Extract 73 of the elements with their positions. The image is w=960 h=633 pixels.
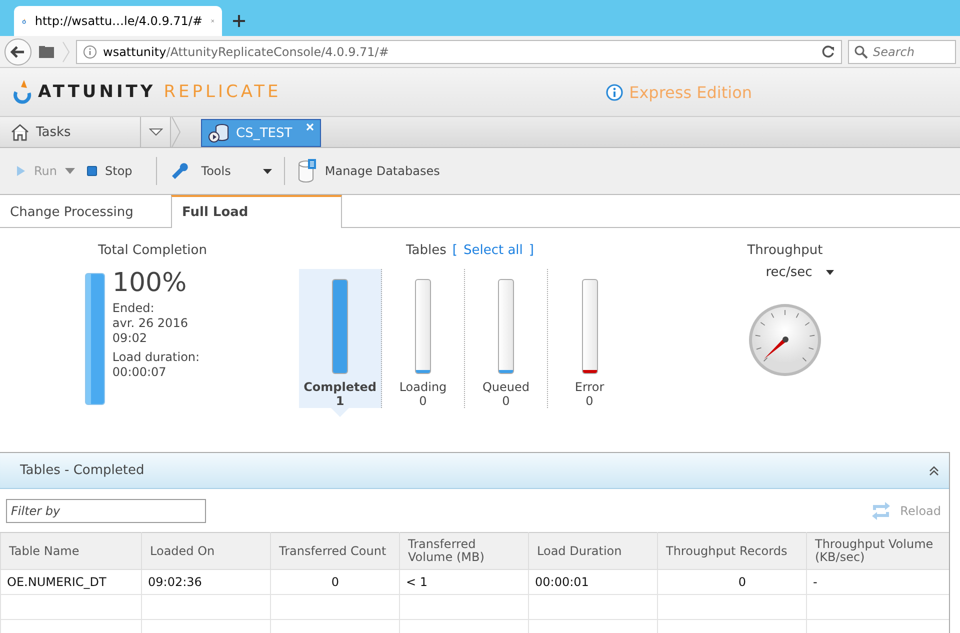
completion-percent: 100% — [112, 269, 188, 297]
stop-icon — [87, 166, 98, 176]
section-title: Throughput — [747, 243, 823, 260]
collapse-icon[interactable] — [929, 466, 939, 476]
close-icon[interactable] — [306, 123, 314, 131]
table-cell: 0 — [658, 570, 806, 594]
search-field[interactable]: Search — [848, 40, 956, 64]
status-count: 0 — [418, 394, 428, 408]
filter-field[interactable]: Filter by — [6, 498, 206, 522]
status-label: Completed — [304, 380, 376, 394]
status-count: 0 — [501, 394, 511, 408]
logo-text: ATTUNITY REPLICATE — [38, 82, 282, 102]
column-header[interactable]: Throughput Records — [658, 532, 806, 570]
status-count: 0 — [584, 394, 594, 408]
column-header[interactable]: Loaded On — [142, 532, 270, 570]
status-column[interactable]: Error 0 — [548, 269, 631, 408]
view-tab[interactable]: Full Load — [171, 195, 342, 228]
url-text: wsattunity/AttunityReplicateConsole/4.0.9.71/# — [103, 44, 390, 58]
info-icon — [606, 84, 624, 100]
info-text: avr. 26 2016 — [112, 316, 189, 331]
chevron-icon — [62, 40, 70, 62]
database-icon — [208, 123, 230, 143]
status-label: Error — [574, 380, 604, 394]
caret-icon — [826, 270, 834, 275]
caret-icon — [262, 168, 272, 174]
home-icon — [10, 123, 30, 141]
panel-title: Tables - Completed — [20, 463, 144, 478]
column-header[interactable]: Load Duration — [528, 532, 658, 570]
table-cell: 09:02:36 — [142, 570, 270, 594]
logo-icon — [12, 79, 32, 105]
select-all-link[interactable]: Select all — [463, 243, 523, 263]
info-icon[interactable] — [83, 44, 97, 58]
unit-dropdown[interactable]: rec/sec — [766, 265, 834, 280]
info-text: 09:02 — [112, 331, 148, 346]
status-column[interactable]: Queued 0 — [465, 269, 548, 408]
bracket-text: [ — [452, 243, 458, 260]
dropdown-button[interactable] — [141, 117, 171, 147]
stop-button[interactable]: Stop — [81, 160, 138, 182]
browser-tab[interactable]: http://wsattu…le/4.0.9.71/# — [14, 6, 222, 36]
section-title: Total Completion — [98, 243, 207, 260]
search-icon — [854, 44, 868, 58]
column-header[interactable]: Transferred Volume (MB) — [400, 532, 528, 570]
column-header[interactable]: Table Name — [0, 532, 142, 570]
address-field[interactable]: wsattunity/AttunityReplicateConsole/4.0.9.71/# — [76, 40, 842, 64]
section-title: Tables — [406, 243, 446, 260]
refresh-icon — [870, 500, 892, 522]
tab-label: CS_TEST — [236, 126, 292, 140]
status-label: Loading — [399, 380, 447, 394]
info-text: Ended: — [112, 301, 156, 316]
edition-label: Express Edition — [629, 82, 752, 102]
table-cell: 00:00:01 — [528, 570, 658, 594]
info-text: Load duration: — [112, 350, 200, 365]
back-button[interactable] — [4, 38, 32, 66]
tools-button[interactable]: Tools — [163, 157, 278, 185]
status-count: 1 — [334, 394, 346, 408]
caret-icon — [65, 168, 76, 174]
status-column[interactable]: Loading 0 — [382, 269, 465, 408]
unit-text: rec/sec — [766, 265, 812, 280]
table-cell: < 1 — [400, 570, 528, 594]
info-text: 00:00:07 — [112, 365, 168, 380]
bracket-text: ] — [528, 243, 534, 260]
new-tab-icon[interactable] — [232, 14, 246, 28]
tasks-button[interactable]: Tasks — [0, 117, 141, 147]
column-header[interactable]: Transferred Count — [270, 532, 400, 570]
table-cell: 0 — [270, 570, 400, 594]
table-cell: OE.NUMERIC_DT — [0, 570, 142, 594]
caret-icon — [148, 128, 162, 136]
manage-button[interactable]: Manage Databases — [290, 155, 446, 187]
reload-icon[interactable] — [821, 44, 835, 58]
column-header[interactable]: Throughput Volume (KB/sec) — [806, 532, 949, 570]
play-icon — [16, 165, 26, 177]
status-label: Queued — [482, 380, 530, 394]
database-icon — [296, 159, 317, 183]
